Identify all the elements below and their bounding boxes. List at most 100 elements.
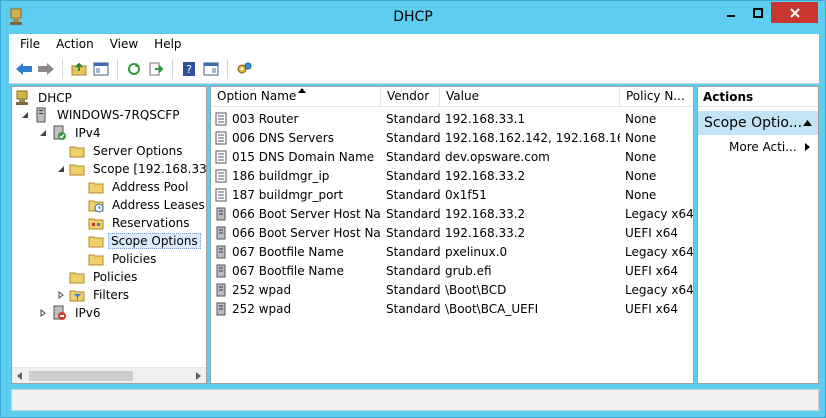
folder-up-icon xyxy=(71,62,87,75)
back-arrow-icon xyxy=(16,62,32,75)
policy-server-icon xyxy=(216,264,226,277)
tree-node-dhcp[interactable]: DHCP xyxy=(14,89,76,107)
minimize-button[interactable] xyxy=(717,2,744,23)
column-header-vendor[interactable]: Vendor xyxy=(381,87,440,107)
cell-vendor: Standard xyxy=(386,149,440,164)
table-row[interactable]: 252 wpad Standard \Boot\BCA_UEFI UEFI x64 xyxy=(211,299,693,318)
table-row[interactable]: 252 wpad Standard \Boot\BCD Legacy x64 xyxy=(211,280,693,299)
cell-vendor: Standard xyxy=(386,244,440,259)
tree-node-server-options[interactable]: Server Options xyxy=(69,142,186,160)
scrollbar-thumb[interactable] xyxy=(29,371,133,381)
configure-button[interactable] xyxy=(234,59,254,79)
policy-server-icon xyxy=(216,302,226,315)
maximize-button[interactable] xyxy=(744,2,771,23)
option-name-text: 066 Boot Server Host Name xyxy=(232,206,381,221)
actions-section-scope-options[interactable]: Scope Optio... xyxy=(698,111,818,135)
collapse-up-icon[interactable] xyxy=(803,120,812,126)
collapse-arrow-icon[interactable] xyxy=(38,128,48,138)
menu-file[interactable]: File xyxy=(20,37,40,51)
actions-pane: Actions Scope Optio... More Acti... xyxy=(697,86,819,384)
column-label: Value xyxy=(446,89,479,103)
tree-node-scope-options[interactable]: Scope Options xyxy=(88,232,201,250)
back-button[interactable] xyxy=(14,59,34,79)
collapse-arrow-icon[interactable] xyxy=(56,164,66,174)
cell-value: 192.168.33.2 xyxy=(445,225,526,240)
cell-value: \Boot\BCD xyxy=(445,282,507,297)
tree-node-server[interactable]: WINDOWS-7RQSCFP xyxy=(20,106,183,124)
window-title: DHCP xyxy=(393,9,433,25)
table-row[interactable]: 015 DNS Domain Name Standard dev.opsware.c… xyxy=(211,147,693,166)
table-row[interactable]: 003 Router Standard 192.168.33.1 None xyxy=(211,109,693,128)
title-bar[interactable]: DHCP xyxy=(1,1,825,34)
table-row[interactable]: 187 buildmgr_port Standard 0x1f51 None xyxy=(211,185,693,204)
cell-value: 0x1f51 xyxy=(445,187,487,202)
cell-policy: UEFI x64 xyxy=(625,263,678,278)
option-name-text: 006 DNS Servers xyxy=(232,130,334,145)
console-tree-pane[interactable]: DHCP WINDOWS-7RQSCFP IPv4 Server Options… xyxy=(11,86,207,384)
tree-node-policies[interactable]: Policies xyxy=(69,268,141,286)
tree-node-address-pool[interactable]: Address Pool xyxy=(88,178,192,196)
tree-node-address-leases[interactable]: Address Leases xyxy=(88,196,206,214)
expand-arrow-icon[interactable] xyxy=(38,308,48,318)
collapse-arrow-icon[interactable] xyxy=(20,110,30,120)
cell-value: \Boot\BCA_UEFI xyxy=(445,301,539,316)
export-list-button[interactable] xyxy=(146,59,166,79)
tree-node-scope-policies[interactable]: Policies xyxy=(88,250,160,268)
table-row[interactable]: 006 DNS Servers Standard 192.168.162.142, … xyxy=(211,128,693,147)
cell-vendor: Standard xyxy=(386,168,440,183)
menu-action[interactable]: Action xyxy=(56,37,94,51)
cell-policy: None xyxy=(625,111,657,126)
cell-policy: None xyxy=(625,130,657,145)
option-name-text: 003 Router xyxy=(232,111,299,126)
cell-vendor: Standard xyxy=(386,282,440,297)
option-name-text: 186 buildmgr_ip xyxy=(232,168,330,183)
maximize-icon xyxy=(752,7,763,18)
more-actions-item[interactable]: More Acti... xyxy=(698,137,818,157)
close-button[interactable] xyxy=(771,2,818,23)
folder-icon xyxy=(69,272,85,284)
up-level-button[interactable] xyxy=(69,59,89,79)
tree-label: Address Pool xyxy=(112,180,189,194)
table-row[interactable]: 067 Bootfile Name Standard grub.efi UEFI x6… xyxy=(211,261,693,280)
column-header-option-name[interactable]: Option Name xyxy=(211,87,381,107)
table-row[interactable]: 066 Boot Server Host Name Standard 192.168… xyxy=(211,223,693,242)
policy-server-icon xyxy=(216,207,226,220)
scroll-right-arrow-icon[interactable] xyxy=(190,368,206,383)
expand-arrow-icon[interactable] xyxy=(56,290,66,300)
column-header-policy-name[interactable]: Policy N... xyxy=(620,87,693,107)
table-row[interactable]: 067 Bootfile Name Standard pxelinux.0 Legac… xyxy=(211,242,693,261)
minimize-icon xyxy=(726,14,735,17)
tree-horizontal-scrollbar[interactable] xyxy=(12,367,206,383)
tree-node-filters[interactable]: Filters xyxy=(56,286,133,304)
reservations-icon xyxy=(88,218,104,230)
cell-policy: None xyxy=(625,149,657,164)
menu-view[interactable]: View xyxy=(110,37,138,51)
options-list-pane[interactable]: Option Name Vendor Value Policy N... 003… xyxy=(210,86,694,384)
actions-header: Actions xyxy=(698,87,818,107)
table-row[interactable]: 186 buildmgr_ip Standard 192.168.33.2 None xyxy=(211,166,693,185)
cell-vendor: Standard xyxy=(386,263,440,278)
show-hide-tree-button[interactable] xyxy=(91,59,111,79)
refresh-button[interactable] xyxy=(124,59,144,79)
forward-button[interactable] xyxy=(36,59,56,79)
cell-vendor: Standard xyxy=(386,225,440,240)
column-label: Policy N... xyxy=(626,89,685,103)
column-header-value[interactable]: Value xyxy=(440,87,620,107)
tree-node-ipv4[interactable]: IPv4 xyxy=(38,124,105,142)
actions-section-label: Scope Optio... xyxy=(704,115,803,131)
folder-icon xyxy=(69,164,85,176)
close-icon xyxy=(789,7,800,18)
help-button[interactable]: ? xyxy=(179,59,199,79)
table-row[interactable]: 066 Boot Server Host Name Standard 192.168… xyxy=(211,204,693,223)
menu-help[interactable]: Help xyxy=(154,37,181,51)
tree-node-reservations[interactable]: Reservations xyxy=(88,214,193,232)
scroll-left-arrow-icon[interactable] xyxy=(12,368,28,383)
list-header: Option Name Vendor Value Policy N... xyxy=(211,87,693,107)
show-hide-action-pane-button[interactable] xyxy=(201,59,221,79)
tree-node-scope[interactable]: Scope [192.168.33.0] c xyxy=(56,160,206,178)
cell-vendor: Standard xyxy=(386,301,440,316)
tree-label: Policies xyxy=(112,252,157,266)
option-name-text: 187 buildmgr_port xyxy=(232,187,344,202)
tree-node-ipv6[interactable]: IPv6 xyxy=(38,304,105,322)
cell-value: dev.opsware.com xyxy=(445,149,550,164)
